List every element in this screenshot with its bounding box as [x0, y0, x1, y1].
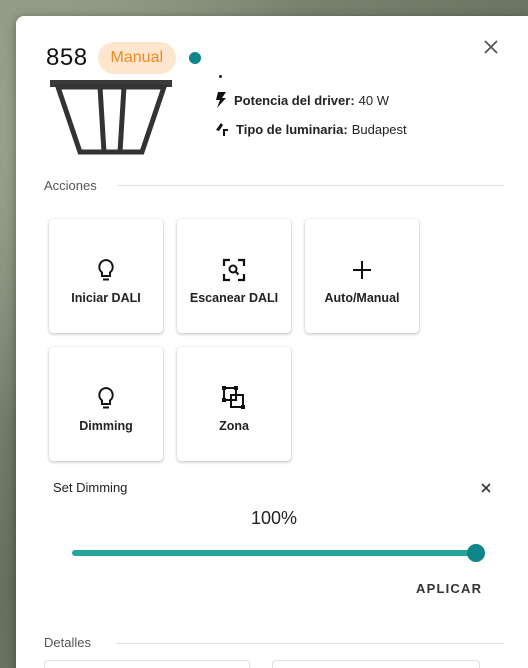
details-card [44, 660, 250, 668]
action-dimming-button[interactable]: Dimming [49, 347, 163, 461]
device-id: 858 [46, 44, 88, 71]
spec-luminaire-type: Tipo de luminaria: Budapest [214, 121, 407, 137]
action-label: Dimming [79, 419, 133, 433]
luminaire-image [50, 80, 172, 155]
close-dimming-button[interactable] [476, 478, 496, 498]
actions-section-title: Acciones [44, 178, 97, 193]
actions-divider [118, 185, 504, 186]
details-card [272, 660, 480, 668]
action-iniciar-dali-button[interactable]: Iniciar DALI [49, 219, 163, 333]
bolt-icon [216, 92, 226, 108]
action-auto-manual-button[interactable]: Auto/Manual [305, 219, 419, 333]
action-label: Iniciar DALI [71, 291, 141, 305]
truncated-spec-marker [219, 75, 222, 78]
dimming-title: Set Dimming [53, 480, 128, 495]
spec-label: Tipo de luminaria: [236, 121, 348, 137]
zone-icon [222, 386, 245, 409]
details-divider [116, 643, 504, 644]
panel-header: 858 Manual [46, 42, 202, 74]
action-label: Auto/Manual [324, 291, 400, 305]
mode-badge: Manual [97, 42, 177, 74]
dimming-slider-fill [72, 550, 476, 556]
plus-icon [353, 261, 371, 279]
close-panel-button[interactable] [478, 34, 504, 60]
action-label: Escanear DALI [189, 291, 279, 305]
spec-driver-power: Potencia del driver: 40 W [214, 92, 389, 108]
lightbulb-icon [98, 258, 114, 281]
spec-value: 40 W [358, 92, 389, 108]
dimming-slider-track[interactable] [72, 550, 476, 556]
spec-label: Potencia del driver: [234, 92, 355, 108]
lamp-type-icon [216, 123, 228, 136]
dimming-slider-thumb[interactable] [467, 544, 485, 562]
lightbulb-icon [98, 386, 114, 409]
action-escanear-dali-button[interactable]: Escanear DALI [177, 219, 291, 333]
status-indicator [189, 52, 202, 64]
close-icon [484, 40, 498, 54]
close-icon [481, 483, 491, 493]
apply-dimming-button[interactable]: APLICAR [408, 576, 490, 600]
scan-search-icon [222, 258, 246, 282]
action-zona-button[interactable]: Zona [177, 347, 291, 461]
spec-value: Budapest [351, 121, 407, 137]
details-section-title: Detalles [44, 635, 91, 650]
dimming-value: 100% [250, 508, 298, 528]
action-label: Zona [219, 419, 249, 433]
